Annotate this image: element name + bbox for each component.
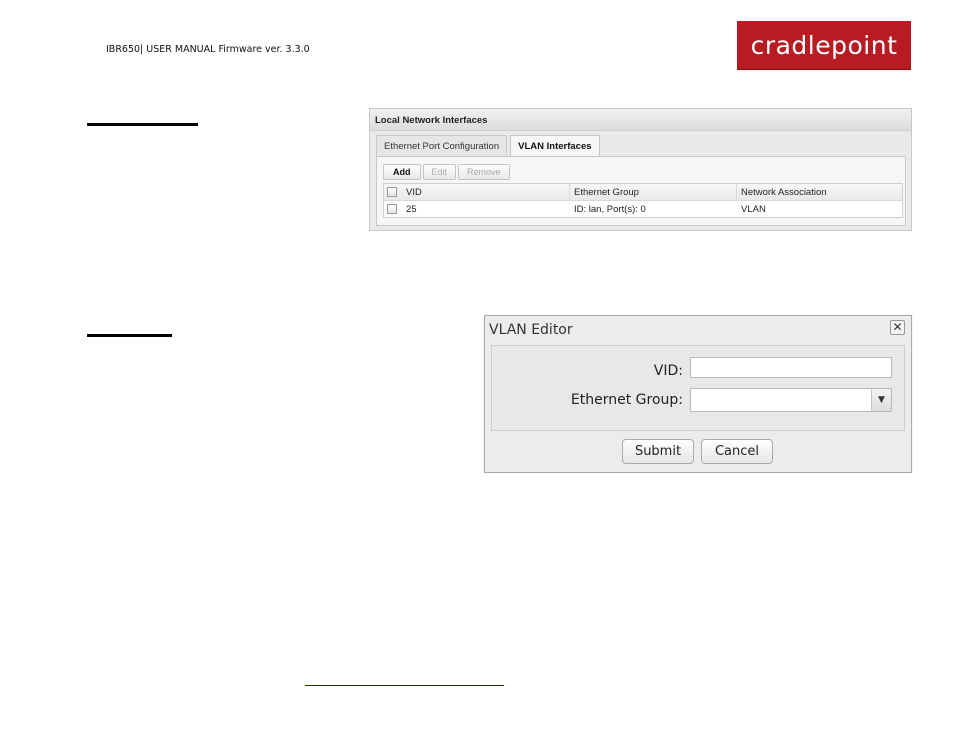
vlan-table: VID Ethernet Group Network Association 2… <box>383 183 903 218</box>
local-network-interfaces-panel: Local Network Interfaces Ethernet Port C… <box>369 108 912 231</box>
table-row[interactable]: 25 ID: lan, Port(s): 0 VLAN <box>384 201 902 217</box>
chevron-down-icon[interactable]: ▼ <box>871 389 891 411</box>
tab-vlan-interfaces[interactable]: VLAN Interfaces <box>510 135 600 157</box>
column-header-ethernet-group[interactable]: Ethernet Group <box>570 184 737 200</box>
panel-title: Local Network Interfaces <box>370 109 911 131</box>
hyperlink-underline[interactable] <box>305 685 504 686</box>
edit-button[interactable]: Edit <box>422 164 457 180</box>
column-header-vid[interactable]: VID <box>402 184 570 200</box>
vid-input[interactable] <box>690 357 892 378</box>
vlan-interfaces-tab-content: Add Edit Remove VID Ethernet Group Netwo… <box>376 156 906 226</box>
column-header-network-association[interactable]: Network Association <box>737 184 902 200</box>
cell-network-association: VLAN <box>741 203 766 215</box>
tab-ethernet-port-configuration[interactable]: Ethernet Port Configuration <box>376 135 508 156</box>
vid-label: VID: <box>653 363 683 379</box>
ethernet-group-label: Ethernet Group: <box>570 392 683 408</box>
section-heading-underline <box>87 123 198 126</box>
section-heading-underline <box>87 334 172 337</box>
grid-toolbar: Add Edit Remove <box>383 164 512 180</box>
table-header-row: VID Ethernet Group Network Association <box>384 184 902 201</box>
cell-vid: 25 <box>406 203 417 215</box>
dialog-form: VID: Ethernet Group: ▼ <box>491 345 905 431</box>
submit-button[interactable]: Submit <box>622 439 694 464</box>
add-button[interactable]: Add <box>383 164 421 180</box>
manual-header: IBR650| USER MANUAL Firmware ver. 3.3.0 <box>106 44 310 55</box>
select-all-checkbox[interactable] <box>387 187 397 197</box>
cell-ethernet-group: ID: lan, Port(s): 0 <box>574 203 646 215</box>
row-checkbox[interactable] <box>387 204 397 214</box>
dialog-title: VLAN Editor <box>489 322 573 338</box>
cancel-button[interactable]: Cancel <box>701 439 773 464</box>
close-icon[interactable]: ✕ <box>890 320 905 335</box>
ethernet-group-select[interactable]: ▼ <box>690 388 892 412</box>
vlan-editor-dialog: VLAN Editor ✕ VID: Ethernet Group: ▼ Sub… <box>484 315 912 473</box>
remove-button[interactable]: Remove <box>458 164 510 180</box>
cradlepoint-logo: cradlepoint <box>737 21 911 70</box>
tab-bar: Ethernet Port Configuration VLAN Interfa… <box>376 135 603 157</box>
